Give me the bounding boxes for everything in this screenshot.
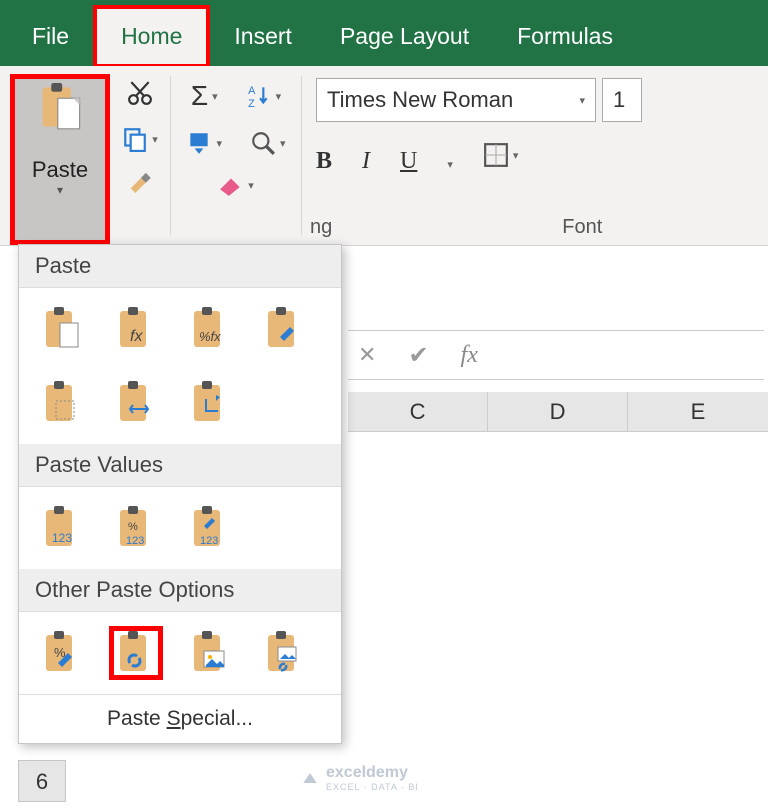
column-header-d[interactable]: D (488, 392, 628, 431)
watermark-brand: exceldemy (326, 764, 419, 782)
paste-other-section-header: Other Paste Options (19, 569, 341, 612)
bold-button[interactable]: B (316, 148, 332, 175)
paste-option-paste[interactable] (35, 302, 89, 356)
formula-bar: ✕ ✔ fx (348, 330, 764, 380)
clipboard-link-icon (116, 631, 156, 675)
watermark-subtitle: EXCEL · DATA · BI (326, 782, 419, 792)
clipboard-icon (42, 307, 82, 351)
clipboard-noborder-icon (42, 381, 82, 425)
watermark: exceldemy EXCEL · DATA · BI (300, 764, 419, 792)
svg-text:123: 123 (200, 535, 218, 547)
clipboard-brush-icon (264, 307, 304, 351)
tab-insert[interactable]: Insert (210, 9, 316, 64)
magnifier-icon (250, 130, 276, 156)
column-headers: C D E (348, 392, 768, 432)
fx-icon[interactable]: fx (461, 342, 478, 369)
font-name-select[interactable]: Times New Roman ▾ (316, 78, 596, 122)
clipboard-transpose-icon (190, 381, 230, 425)
font-name-value: Times New Roman (327, 87, 513, 113)
paste-options-menu: Paste fx %fx Paste Values 123 % 123 123 O… (18, 244, 342, 744)
paste-option-linked-picture[interactable] (257, 626, 311, 680)
font-size-select[interactable]: 1 (602, 78, 642, 122)
clipboard-123-icon: 123 (42, 506, 82, 550)
eraser-icon (218, 174, 244, 196)
borders-button[interactable]: ▾ (483, 142, 519, 168)
paste-option-keep-source-fmt[interactable] (257, 302, 311, 356)
clear-button[interactable]: ▾ (218, 174, 254, 196)
svg-text:%: % (128, 521, 138, 533)
clipboard-paste-icon (38, 83, 82, 131)
italic-button[interactable]: I (362, 148, 370, 175)
svg-text:fx: fx (130, 328, 143, 345)
paste-option-formulas-number-fmt[interactable]: %fx (183, 302, 237, 356)
group-label-font: Font (562, 216, 602, 239)
svg-text:123: 123 (126, 535, 144, 547)
fill-button[interactable]: ▾ (186, 130, 222, 156)
paste-dropdown-caret[interactable]: ▾ (17, 183, 103, 197)
cut-button[interactable] (126, 80, 154, 106)
paste-option-transpose[interactable] (183, 376, 237, 430)
paintbrush-icon (126, 172, 154, 200)
paste-label: Paste (17, 157, 103, 183)
paste-option-picture[interactable] (183, 626, 237, 680)
sigma-icon: Σ (191, 80, 208, 112)
autosum-button[interactable]: Σ ▾ (191, 80, 218, 112)
ribbon: Paste ▾ ▾ Σ ▾ AZ ▾ ▾ (0, 66, 768, 246)
fill-down-icon (186, 130, 212, 156)
row-header-6[interactable]: 6 (18, 760, 66, 802)
svg-text:%fx: %fx (199, 329, 221, 344)
paste-option-no-borders[interactable] (35, 376, 89, 430)
ribbon-tabs: File Home Insert Page Layout Formulas (0, 6, 768, 66)
paste-option-formatting[interactable]: % (35, 626, 89, 680)
sort-icon: AZ (246, 83, 272, 109)
underline-caret[interactable]: ▾ (447, 158, 453, 171)
copy-icon (122, 126, 148, 152)
clipboard-linked-picture-icon (264, 631, 304, 675)
format-painter-button[interactable] (126, 172, 154, 200)
clipboard-fx-icon: fx (116, 307, 156, 351)
tab-formulas[interactable]: Formulas (493, 9, 637, 64)
copy-button[interactable]: ▾ (122, 126, 158, 152)
svg-text:Z: Z (248, 98, 255, 109)
underline-button[interactable]: U (400, 148, 417, 175)
paste-section-header: Paste (19, 245, 341, 288)
clipboard-pctfx-icon: %fx (190, 307, 230, 351)
paste-option-keep-col-width[interactable] (109, 376, 163, 430)
borders-icon (483, 142, 509, 168)
clipboard-pct123-icon: % 123 (116, 506, 156, 550)
paste-option-paste-link[interactable] (109, 626, 163, 680)
group-label-partial: ng (310, 216, 332, 239)
copy-caret[interactable]: ▾ (152, 133, 158, 146)
watermark-logo-icon (300, 768, 320, 788)
paste-option-values-number-fmt[interactable]: % 123 (109, 501, 163, 555)
paste-special-menu-item[interactable]: Paste Special... (19, 694, 341, 743)
clipboard-colwidth-icon (116, 381, 156, 425)
clipboard-picture-icon (190, 631, 230, 675)
sort-filter-button[interactable]: AZ ▾ (246, 83, 282, 109)
find-select-button[interactable]: ▾ (250, 130, 286, 156)
formula-cancel-button[interactable]: ✕ (358, 342, 376, 368)
clipboard-format-icon: % (42, 631, 82, 675)
paste-option-values-source-fmt[interactable]: 123 (183, 501, 237, 555)
paste-option-formulas[interactable]: fx (109, 302, 163, 356)
clipboard-brush123-icon: 123 (190, 506, 230, 550)
column-header-e[interactable]: E (628, 392, 768, 431)
tab-page-layout[interactable]: Page Layout (316, 9, 493, 64)
paste-values-section-header: Paste Values (19, 444, 341, 487)
svg-text:123: 123 (52, 531, 72, 545)
tab-file[interactable]: File (8, 9, 93, 64)
font-name-caret[interactable]: ▾ (579, 94, 585, 107)
formula-enter-button[interactable]: ✔ (408, 341, 428, 370)
tab-home[interactable]: Home (93, 5, 210, 68)
scissors-icon (126, 80, 154, 106)
svg-text:A: A (248, 85, 256, 97)
column-header-c[interactable]: C (348, 392, 488, 431)
paste-option-values[interactable]: 123 (35, 501, 89, 555)
